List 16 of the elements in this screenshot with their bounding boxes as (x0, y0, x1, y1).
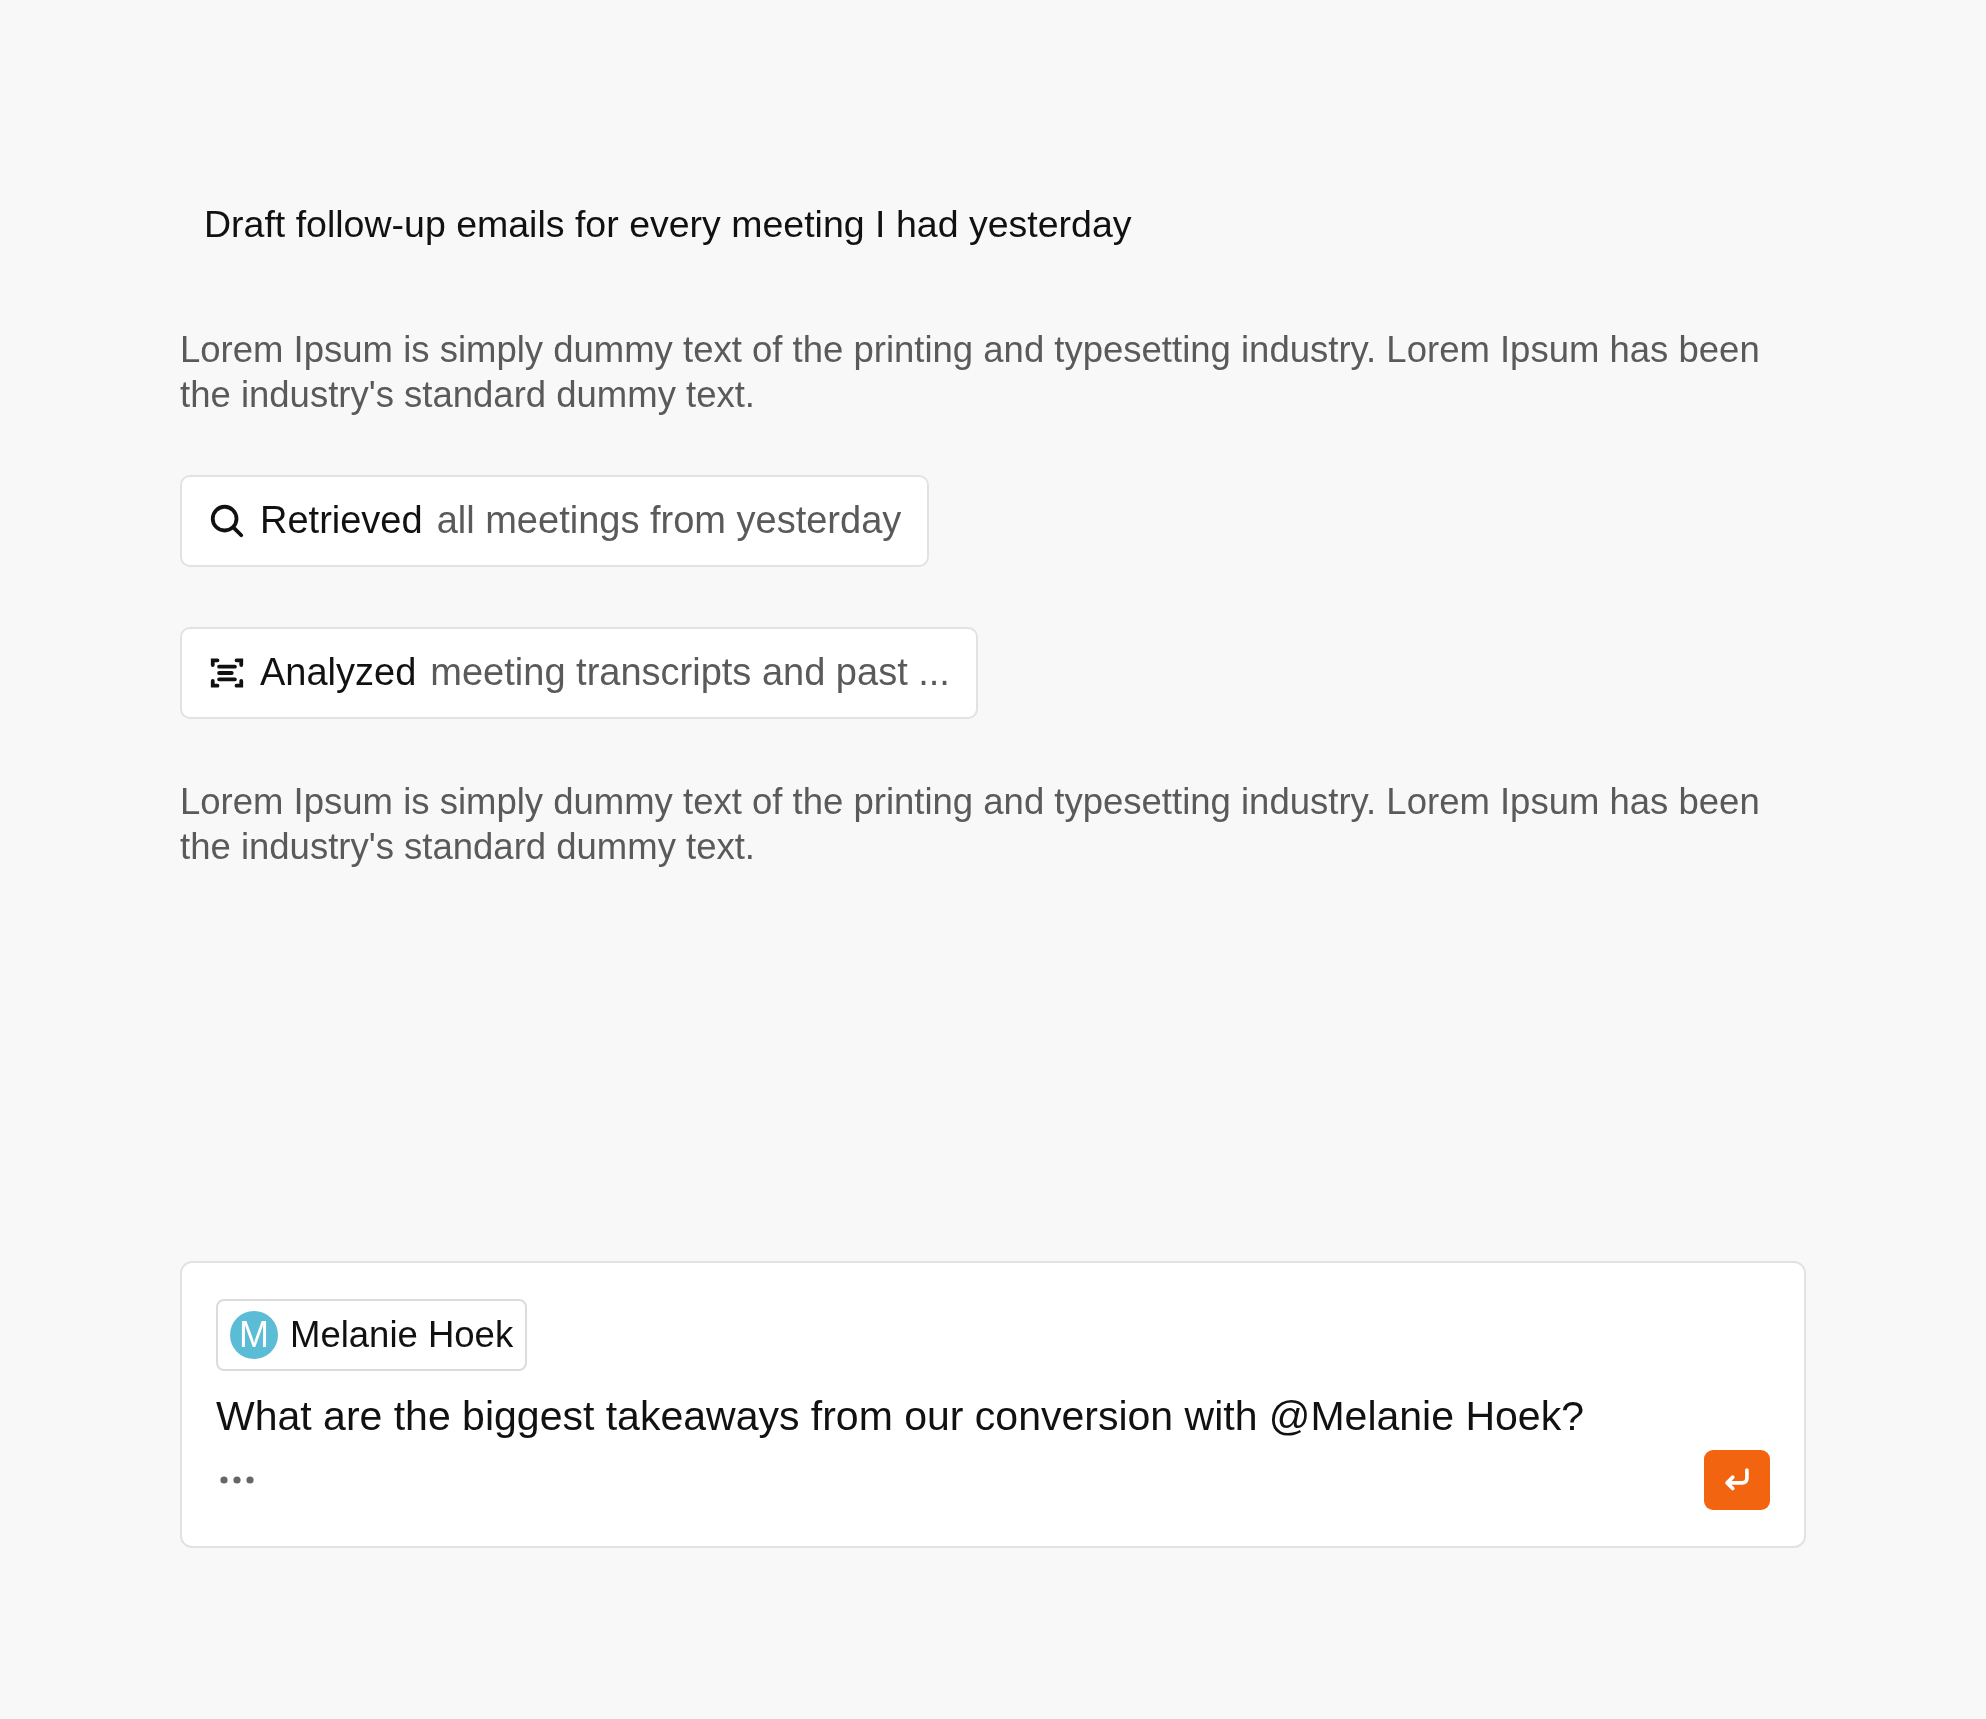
response-paragraph: Lorem Ipsum is simply dummy text of the printing and typesetting industry. Lorem Ipsum has been the industry's standard dummy text. (180, 779, 1761, 869)
step-detail: all meetings from yesterday (436, 499, 902, 543)
step-detail: meeting transcripts and past ... (430, 651, 950, 695)
user-prompt: Draft follow-up emails for every meeting I had yesterday (204, 202, 1132, 247)
mention-chip[interactable]: M Melanie Hoek (216, 1298, 528, 1371)
avatar: M (230, 1310, 278, 1359)
message-input[interactable]: What are the biggest takeaways from our conversion with @Melanie Hoek? (216, 1392, 1584, 1440)
mention-name: Melanie Hoek (290, 1313, 514, 1356)
step-action: Retrieved (260, 499, 423, 543)
step-action: Analyzed (260, 651, 417, 695)
step-card[interactable]: Retrieved all meetings from yesterday (180, 474, 930, 567)
response-paragraph: Lorem Ipsum is simply dummy text of the printing and typesetting industry. Lorem Ipsum has been the industry's standard dummy text. (180, 327, 1761, 417)
step-card[interactable]: Analyzed meeting transcripts and past ... (180, 626, 978, 719)
message-composer[interactable]: M Melanie Hoek What are the biggest takeaways from our conversion with @Melanie Hoek? (180, 1260, 1806, 1548)
more-icon[interactable] (220, 1475, 254, 1484)
send-button[interactable] (1704, 1449, 1770, 1510)
